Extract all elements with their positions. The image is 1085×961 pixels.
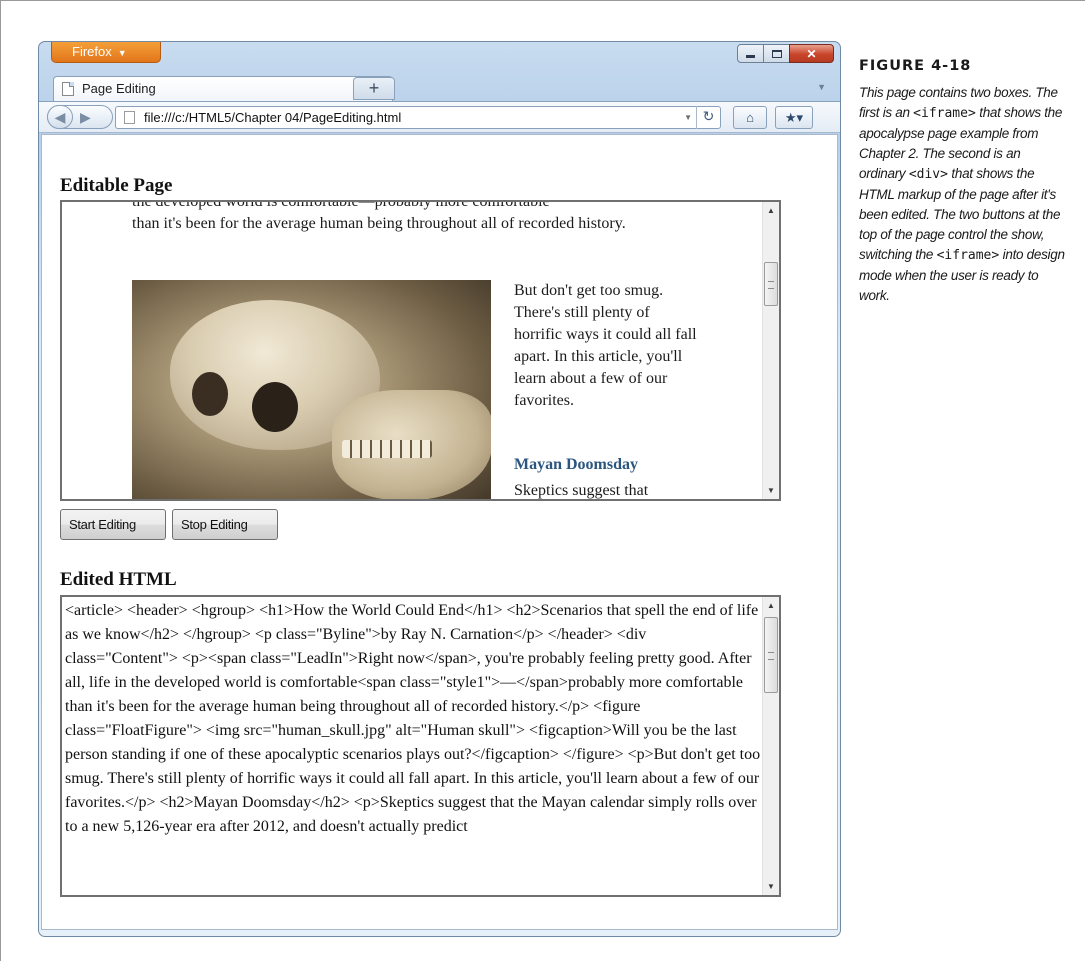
markup-scrollbar[interactable]: ▲ ▼: [762, 597, 779, 895]
figure-title: FIGURE 4-18: [859, 58, 972, 74]
edited-html-text: <article> <header> <hgroup> <h1>How the …: [65, 602, 761, 835]
url-bar[interactable]: file:///c:/HTML5/Chapter 04/PageEditing.…: [115, 106, 721, 129]
home-button[interactable]: ⌂: [733, 106, 767, 129]
caption-code: <iframe>: [936, 248, 1000, 263]
edited-html-box[interactable]: <article> <header> <hgroup> <h1>How the …: [60, 595, 781, 897]
edited-html-heading: Edited HTML: [60, 569, 177, 590]
scroll-up-icon[interactable]: ▲: [763, 597, 779, 614]
scroll-down-icon[interactable]: ▼: [763, 878, 779, 895]
iframe-side-paragraph: But don't get too smug. There's still pl…: [514, 282, 697, 409]
minimize-icon: [746, 55, 755, 58]
page-content: Editable Page the developed world is com…: [41, 134, 838, 930]
firefox-menu-label: Firefox: [72, 44, 112, 59]
back-forward-group: ◀ ▶: [47, 105, 113, 129]
iframe-subheading: Mayan Doomsday: [514, 456, 639, 473]
tab-list-chevron-icon[interactable]: ▼: [817, 82, 826, 92]
start-editing-button[interactable]: Start Editing: [60, 509, 166, 540]
forward-button[interactable]: ▶: [80, 106, 91, 128]
stop-editing-button[interactable]: Stop Editing: [172, 509, 278, 540]
reload-icon: ↻: [702, 108, 715, 124]
url-dropdown-icon[interactable]: ▼: [684, 107, 692, 128]
figure-caption: This page contains two boxes. The first …: [859, 83, 1069, 306]
scroll-up-icon[interactable]: ▲: [763, 202, 779, 219]
new-tab-button[interactable]: +: [353, 77, 395, 100]
iframe-cut-line: Skeptics suggest that: [514, 482, 649, 499]
tab-page-editing[interactable]: Page Editing: [53, 76, 393, 101]
scroll-thumb[interactable]: [764, 262, 778, 306]
skull-eye-shape: [252, 382, 298, 432]
page-border-left: [0, 0, 1, 961]
tab-title: Page Editing: [82, 81, 156, 96]
minimize-button[interactable]: [737, 44, 764, 63]
page-icon: [124, 111, 135, 124]
chevron-down-icon: ▼: [117, 48, 127, 58]
url-text: file:///c:/HTML5/Chapter 04/PageEditing.…: [144, 110, 402, 125]
skull-teeth-shape: [342, 440, 432, 458]
close-icon: ✕: [806, 46, 817, 61]
back-button[interactable]: ◀: [47, 105, 73, 129]
skull-eye-shape: [192, 372, 228, 416]
caption-code: <div>: [908, 167, 948, 182]
maximize-button[interactable]: [763, 44, 790, 63]
caption-code: <iframe>: [913, 106, 976, 121]
page-border-top: [0, 0, 1085, 1]
home-icon: ⌂: [746, 110, 754, 125]
close-button[interactable]: ✕: [789, 44, 834, 63]
firefox-menu-button[interactable]: Firefox ▼: [51, 42, 161, 63]
window-controls: ✕: [737, 44, 834, 63]
editable-page-heading: Editable Page: [60, 175, 173, 196]
navigation-toolbar: ◀ ▶ file:///c:/HTML5/Chapter 04/PageEdit…: [39, 101, 840, 133]
browser-window: Firefox ▼ ✕ Page Editing + ▼ ◀ ▶ file:///…: [38, 41, 841, 937]
page-icon: [62, 82, 74, 96]
maximize-icon: [771, 49, 782, 58]
scroll-down-icon[interactable]: ▼: [763, 482, 779, 499]
back-arrow-icon: ◀: [54, 109, 66, 125]
iframe-paragraph: than it's been for the average human bei…: [132, 215, 626, 232]
human-skull-image: [132, 280, 491, 499]
bookmarks-button[interactable]: ★▾: [775, 106, 813, 129]
iframe-scrollbar[interactable]: ▲ ▼: [762, 202, 779, 499]
forward-arrow-icon: ▶: [80, 109, 91, 125]
reload-button[interactable]: ↻: [696, 106, 720, 129]
editable-iframe[interactable]: the developed world is comfortable—proba…: [60, 200, 781, 501]
iframe-top-line: the developed world is comfortable—proba…: [132, 200, 550, 210]
iframe-document: the developed world is comfortable—proba…: [132, 200, 697, 499]
scroll-thumb[interactable]: [764, 617, 778, 693]
bookmark-star-icon: ★▾: [784, 110, 804, 125]
